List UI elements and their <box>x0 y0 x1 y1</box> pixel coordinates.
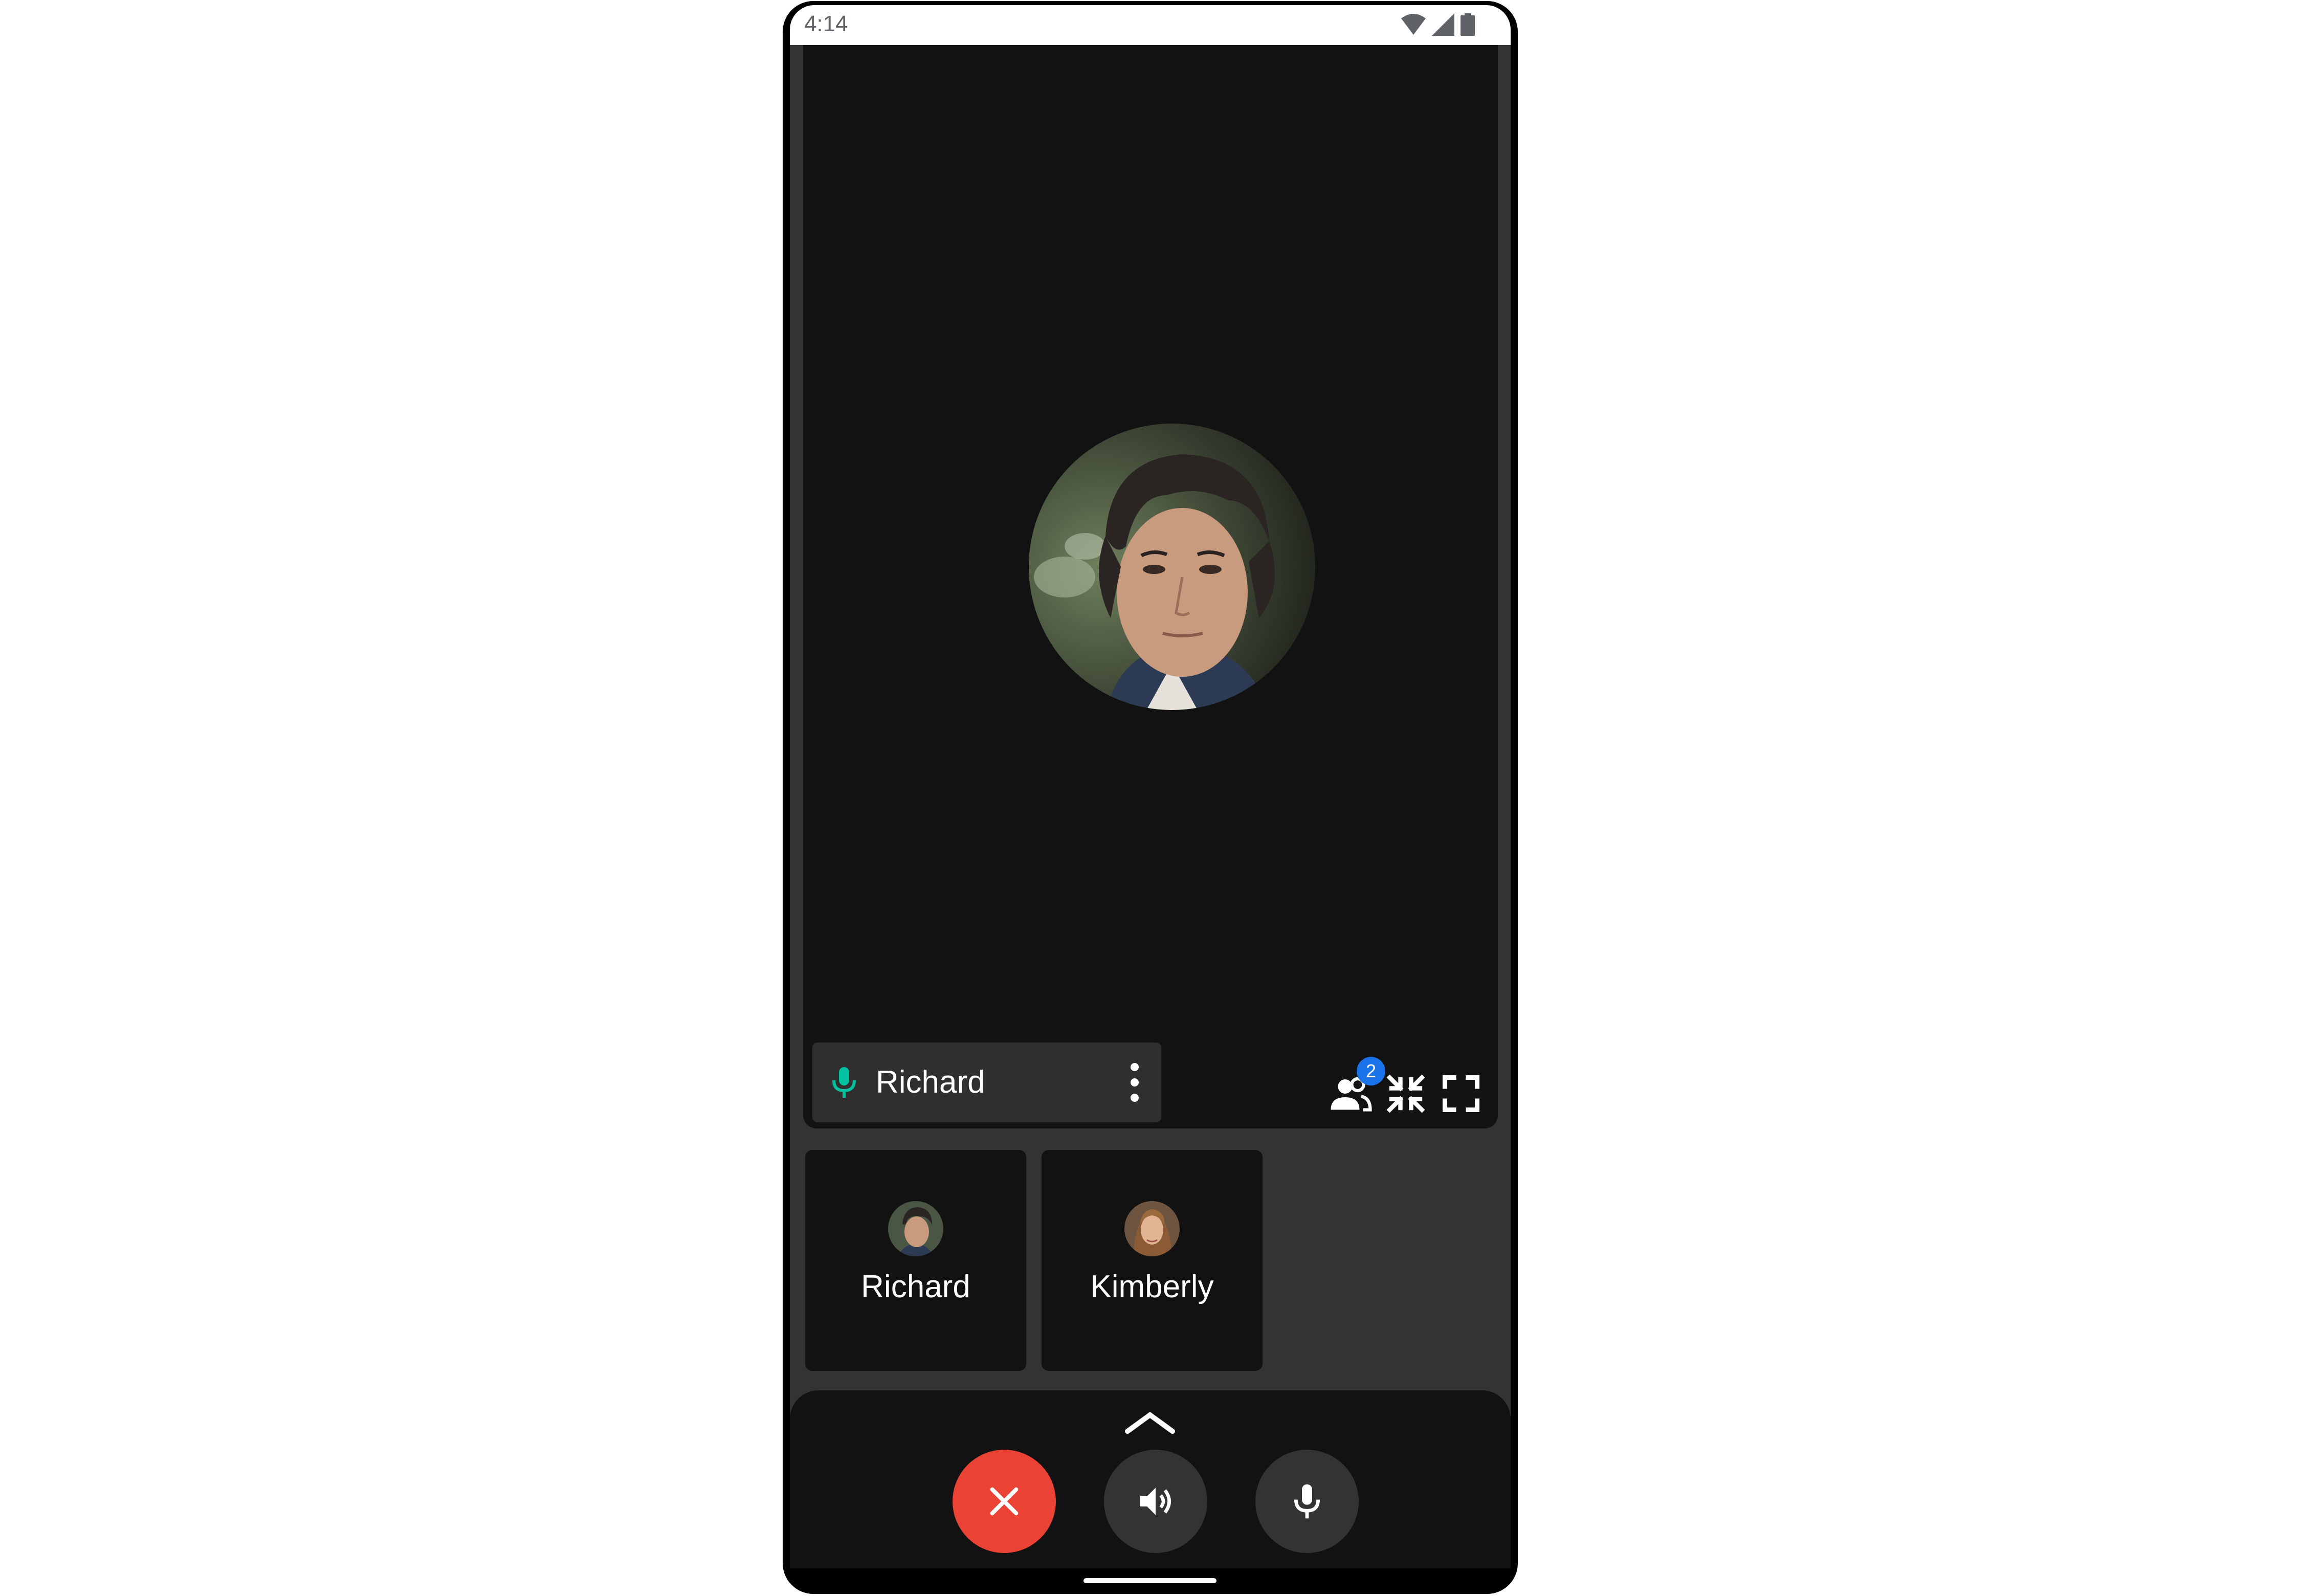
main-participant-avatar <box>1029 424 1315 710</box>
close-icon <box>990 1487 1019 1516</box>
tile-controls: 2 <box>1329 1057 1483 1119</box>
wifi-icon <box>1401 14 1426 35</box>
mic-icon <box>1294 1484 1320 1519</box>
end-call-button[interactable] <box>953 1450 1056 1553</box>
avatar-image <box>1029 424 1315 710</box>
status-icons <box>1401 13 1475 36</box>
more-options-icon[interactable] <box>1119 1063 1150 1102</box>
cell-signal-icon <box>1432 13 1454 36</box>
call-controls-panel <box>790 1390 1511 1568</box>
mute-button[interactable] <box>1255 1450 1359 1553</box>
mic-on-icon <box>832 1067 856 1098</box>
fullscreen-icon <box>1442 1075 1480 1113</box>
richard-avatar <box>888 1201 943 1256</box>
participants-count-badge: 2 <box>1357 1057 1385 1085</box>
fullscreen-button[interactable] <box>1440 1072 1483 1115</box>
participant-name: Richard <box>876 1065 985 1100</box>
speaker-button[interactable] <box>1104 1450 1207 1553</box>
participants-button[interactable]: 2 <box>1329 1057 1385 1115</box>
main-participant-tile[interactable]: Richard 2 <box>803 45 1498 1128</box>
battery-icon <box>1461 13 1475 36</box>
participant-name-pill: Richard <box>812 1043 1161 1122</box>
gesture-nav-handle[interactable] <box>1083 1578 1216 1583</box>
chevron-up-icon[interactable] <box>1124 1408 1176 1438</box>
speaker-icon <box>1140 1488 1171 1515</box>
status-bar: 4:14 <box>790 5 1511 45</box>
phone-frame: 4:14 Richard 2 Richard Kimberly <box>783 1 1518 1594</box>
participant-thumbnail-richard[interactable]: Richard <box>805 1150 1026 1371</box>
kimberly-avatar <box>1124 1201 1180 1256</box>
exit-fullscreen-icon <box>1386 1074 1425 1113</box>
thumbnail-name: Kimberly <box>1090 1269 1214 1304</box>
status-time: 4:14 <box>804 11 848 36</box>
participant-thumbnail-kimberly[interactable]: Kimberly <box>1042 1150 1263 1371</box>
thumbnail-name: Richard <box>861 1269 970 1304</box>
call-screen: Richard 2 Richard Kimberly <box>790 45 1511 1568</box>
exit-fullscreen-button[interactable] <box>1384 1072 1427 1115</box>
